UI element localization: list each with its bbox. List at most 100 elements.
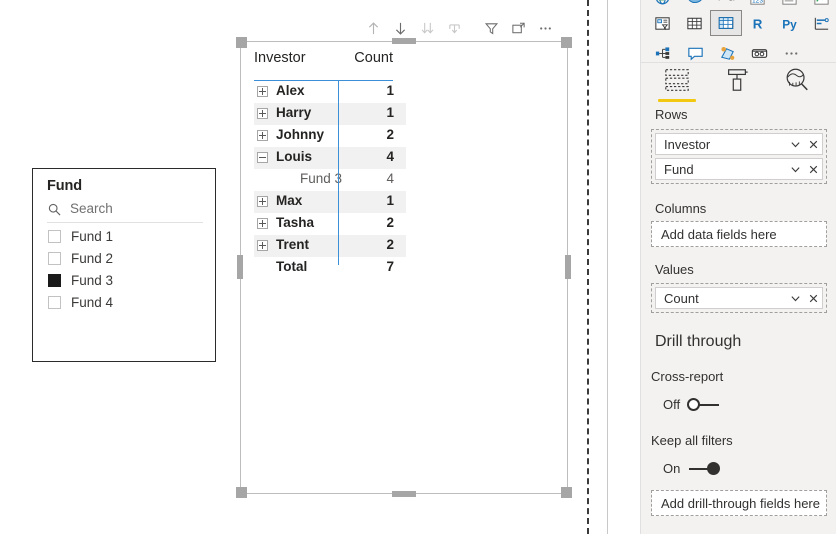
row-value: 4 bbox=[386, 171, 394, 186]
drill-through-field-well[interactable]: Add drill-through fields here bbox=[651, 490, 827, 516]
svg-text:R: R bbox=[753, 16, 763, 31]
table-row[interactable]: Louis 4 bbox=[254, 147, 406, 169]
matrix-visual[interactable]: Investor Count Alex 1 Harry 1 Johnny 2 L… bbox=[240, 41, 568, 494]
row-value: 4 bbox=[386, 149, 394, 164]
resize-handle-top-right[interactable] bbox=[561, 37, 572, 48]
expand-plus-icon[interactable] bbox=[257, 218, 268, 229]
remove-field-icon[interactable] bbox=[804, 164, 822, 175]
resize-handle-right[interactable] bbox=[565, 255, 571, 279]
columns-field-well[interactable]: Add data fields here bbox=[651, 221, 827, 247]
keep-all-filters-label: Keep all filters bbox=[651, 433, 733, 448]
collapse-minus-icon[interactable] bbox=[257, 152, 268, 163]
rows-field-well[interactable]: Investor Fund bbox=[651, 129, 827, 184]
resize-handle-left[interactable] bbox=[237, 255, 243, 279]
expand-plus-icon[interactable] bbox=[257, 130, 268, 141]
slicer-icon[interactable] bbox=[647, 10, 679, 36]
remove-field-icon[interactable] bbox=[804, 139, 822, 150]
row-label: Louis bbox=[276, 149, 312, 164]
more-options-icon[interactable] bbox=[532, 16, 559, 40]
slicer-item-label: Fund 2 bbox=[71, 251, 114, 266]
resize-handle-bottom-right[interactable] bbox=[561, 487, 572, 498]
values-field-well[interactable]: Count bbox=[651, 283, 827, 313]
page-boundary-line bbox=[587, 0, 589, 534]
r-script-visual-icon[interactable]: R bbox=[742, 10, 774, 36]
slicer-item-label: Fund 3 bbox=[71, 273, 114, 288]
slicer-checkbox[interactable] bbox=[48, 252, 61, 265]
tab-fields[interactable] bbox=[655, 66, 699, 102]
resize-handle-bottom[interactable] bbox=[392, 491, 416, 497]
table-row[interactable]: Alex 1 bbox=[254, 81, 406, 103]
table-row[interactable]: Johnny 2 bbox=[254, 125, 406, 147]
row-label: Harry bbox=[276, 105, 312, 120]
paint-roller-icon bbox=[728, 69, 748, 91]
table-row[interactable]: Trent 2 bbox=[254, 235, 406, 257]
slicer-checkbox-checked[interactable] bbox=[48, 274, 61, 287]
table-row[interactable]: Harry 1 bbox=[254, 103, 406, 125]
field-pill-investor[interactable]: Investor bbox=[655, 133, 823, 155]
go-to-next-level-icon[interactable] bbox=[441, 16, 468, 40]
matrix-icon[interactable] bbox=[710, 10, 742, 36]
slicer-item-fund-3[interactable]: Fund 3 bbox=[47, 270, 207, 292]
drill-down-icon[interactable] bbox=[387, 16, 414, 40]
pane-tab-strip bbox=[641, 66, 836, 106]
keep-all-filters-toggle[interactable]: On bbox=[663, 461, 721, 476]
gallery-row-1: 123 bbox=[641, 0, 836, 6]
matrix-column-header-investor[interactable]: Investor bbox=[254, 50, 306, 66]
drill-through-heading: Drill through bbox=[655, 333, 742, 350]
row-label: Trent bbox=[276, 237, 310, 252]
resize-handle-bottom-left[interactable] bbox=[236, 487, 247, 498]
slicer-item-fund-4[interactable]: Fund 4 bbox=[47, 292, 207, 314]
tab-underline bbox=[718, 99, 756, 102]
cross-report-toggle[interactable]: Off bbox=[663, 397, 721, 412]
slicer-item-fund-1[interactable]: Fund 1 bbox=[47, 226, 207, 248]
remove-field-icon[interactable] bbox=[804, 293, 822, 304]
row-value: 1 bbox=[386, 105, 394, 120]
resize-handle-top[interactable] bbox=[392, 38, 416, 44]
table-row[interactable]: Tasha 2 bbox=[254, 213, 406, 235]
table-row-child[interactable]: Fund 3 4 bbox=[254, 169, 406, 191]
columns-well-placeholder[interactable]: Add data fields here bbox=[652, 222, 826, 246]
chevron-down-icon[interactable] bbox=[786, 293, 804, 304]
row-value: 1 bbox=[386, 193, 394, 208]
slicer-search-box[interactable]: Search bbox=[47, 200, 203, 223]
expand-all-icon[interactable] bbox=[414, 16, 441, 40]
expand-plus-icon[interactable] bbox=[257, 196, 268, 207]
chevron-down-icon[interactable] bbox=[786, 164, 804, 175]
placeholder-text: Add drill-through fields here bbox=[661, 495, 820, 511]
fund-slicer-visual[interactable]: Fund Search Fund 1 Fund 2 Fund 3 Fund 4 bbox=[32, 168, 216, 362]
filter-icon[interactable] bbox=[478, 16, 505, 40]
row-label: Alex bbox=[276, 83, 305, 98]
visual-header-toolbar[interactable] bbox=[360, 16, 568, 40]
toggle-switch-off[interactable] bbox=[687, 397, 721, 412]
toggle-switch-on[interactable] bbox=[687, 461, 721, 476]
expand-plus-icon[interactable] bbox=[257, 240, 268, 251]
resize-handle-top-left[interactable] bbox=[236, 37, 247, 48]
slicer-checkbox[interactable] bbox=[48, 230, 61, 243]
key-influencers-icon[interactable] bbox=[805, 10, 836, 36]
row-value: 2 bbox=[386, 237, 394, 252]
tab-format[interactable] bbox=[715, 66, 759, 102]
slicer-item-fund-2[interactable]: Fund 2 bbox=[47, 248, 207, 270]
slicer-checkbox[interactable] bbox=[48, 296, 61, 309]
matrix-column-header-count[interactable]: Count bbox=[333, 50, 393, 66]
expand-plus-icon[interactable] bbox=[257, 108, 268, 119]
matrix-column-divider bbox=[338, 80, 339, 265]
field-pill-fund[interactable]: Fund bbox=[655, 158, 823, 180]
chevron-down-icon[interactable] bbox=[786, 139, 804, 150]
matrix-visual-container[interactable]: Investor Count Alex 1 Harry 1 Johnny 2 L… bbox=[236, 37, 572, 498]
field-pill-count[interactable]: Count bbox=[655, 287, 823, 309]
row-value: 7 bbox=[386, 259, 394, 274]
table-row[interactable]: Max 1 bbox=[254, 191, 406, 213]
python-visual-icon[interactable]: Py bbox=[774, 10, 806, 36]
expand-plus-icon[interactable] bbox=[257, 86, 268, 97]
placeholder-text: Add data fields here bbox=[661, 226, 777, 242]
table-row-total[interactable]: Total 7 bbox=[254, 257, 406, 279]
table-icon[interactable] bbox=[679, 10, 711, 36]
report-canvas[interactable]: Fund Search Fund 1 Fund 2 Fund 3 Fund 4 … bbox=[0, 0, 589, 534]
tab-analytics[interactable] bbox=[775, 66, 819, 102]
focus-mode-icon[interactable] bbox=[505, 16, 532, 40]
gallery-separator bbox=[641, 62, 836, 63]
drill-up-icon[interactable] bbox=[360, 16, 387, 40]
visualization-type-gallery: 123 R Py bbox=[641, 0, 836, 66]
canvas-pane-divider bbox=[607, 0, 608, 534]
